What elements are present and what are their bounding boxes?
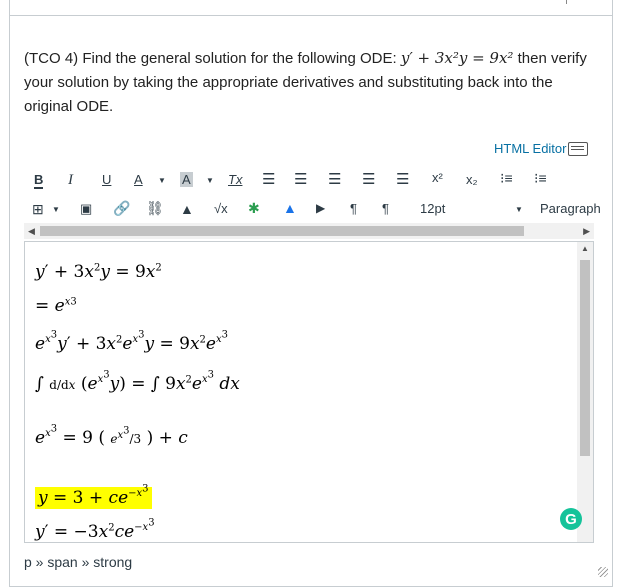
paragraph-select[interactable]: Paragraph — [540, 201, 613, 216]
element-path: p » span » strong — [24, 554, 133, 570]
ltr-icon[interactable]: ¶ — [350, 201, 357, 216]
vertical-scrollbar[interactable]: ▲ — [577, 242, 593, 542]
divider — [9, 15, 613, 16]
indent-icon[interactable]: ☰ — [396, 170, 409, 188]
vertical-scroll-thumb[interactable] — [580, 260, 590, 456]
clear-format-button[interactable]: Tx — [228, 172, 242, 187]
link-icon[interactable]: 🔗 — [113, 200, 130, 217]
math-line-2: = ex3 — [35, 296, 77, 316]
table-icon[interactable]: ⊞ — [32, 201, 44, 218]
numbered-list-icon[interactable]: ⁝≡ — [534, 170, 547, 187]
align-left-icon[interactable]: ☰ — [262, 170, 275, 188]
bg-color-button[interactable]: A — [180, 172, 193, 187]
video-icon[interactable]: ▶ — [316, 201, 325, 215]
bullet-list-icon[interactable]: ⁝≡ — [500, 170, 513, 187]
scroll-left-icon[interactable]: ◀ — [28, 226, 35, 237]
bold-button[interactable]: B — [34, 172, 44, 189]
table-dropdown-icon[interactable]: ▼ — [52, 205, 60, 214]
math-line-7: y′ = −3x2ce−x3 — [35, 518, 155, 542]
math-line-5: ex3 = 9 ( ex3/3 ) + c — [35, 424, 188, 448]
question-equation: y′ + 3x²y = 9x² — [400, 49, 514, 67]
apps-icon[interactable]: ✱ — [248, 200, 260, 217]
superscript-button[interactable]: x² — [432, 170, 443, 185]
resize-handle-icon[interactable] — [598, 567, 608, 577]
subscript-button[interactable]: x₂ — [466, 172, 478, 187]
image-icon[interactable]: ▲ — [180, 201, 194, 217]
highlighted-solution: y = 3 + ce−x3 — [35, 484, 152, 509]
grammarly-icon[interactable]: G — [560, 508, 582, 530]
horizontal-scrollbar[interactable]: ◀ ▶ — [24, 223, 594, 239]
font-color-button[interactable]: A — [134, 172, 143, 187]
html-editor-label: HTML Editor — [494, 141, 567, 156]
math-line-1: y′ + 3x2y = 9x2 — [35, 262, 162, 282]
equation-icon[interactable]: √x — [214, 201, 228, 216]
align-center-icon[interactable]: ☰ — [294, 170, 307, 188]
bg-color-dropdown-icon[interactable]: ▼ — [206, 176, 214, 185]
scroll-right-icon[interactable]: ▶ — [583, 226, 590, 237]
html-editor-link[interactable]: HTML Editor — [494, 141, 589, 156]
question-prefix: (TCO 4) Find the general solution for th… — [24, 50, 401, 67]
align-right-icon[interactable]: ☰ — [328, 170, 341, 188]
rich-text-editor[interactable]: y′ + 3x2y = 9x2 = ex3 ex3y′ + 3x2ex3y = … — [24, 241, 594, 543]
divider-mark — [566, 0, 567, 4]
math-line-6: y = 3 + ce−x3 — [35, 484, 152, 509]
google-drive-icon[interactable]: ▲ — [283, 200, 297, 216]
italic-button[interactable]: I — [68, 172, 73, 189]
outdent-icon[interactable]: ☰ — [362, 170, 375, 188]
unlink-icon[interactable]: ⛓ — [146, 200, 164, 217]
math-line-4: ∫ d/dx (ex3y) = ∫ 9x2ex3 dx — [35, 370, 240, 394]
rtl-icon[interactable]: ¶ — [382, 201, 389, 216]
horizontal-scroll-thumb[interactable] — [40, 226, 524, 236]
font-size-select[interactable]: 12pt — [420, 201, 445, 216]
font-size-dropdown-icon[interactable]: ▼ — [515, 205, 523, 214]
math-line-3: ex3y′ + 3x2ex3y = 9x2ex3 — [35, 330, 228, 354]
underline-button[interactable]: U — [102, 172, 111, 187]
question-text: (TCO 4) Find the general solution for th… — [24, 46, 594, 119]
media-icon[interactable]: ▣ — [80, 201, 92, 217]
scroll-up-icon[interactable]: ▲ — [581, 244, 589, 253]
font-color-dropdown-icon[interactable]: ▼ — [158, 176, 166, 185]
paragraph-select-label: Paragraph — [540, 201, 601, 216]
keyboard-icon — [568, 141, 589, 156]
